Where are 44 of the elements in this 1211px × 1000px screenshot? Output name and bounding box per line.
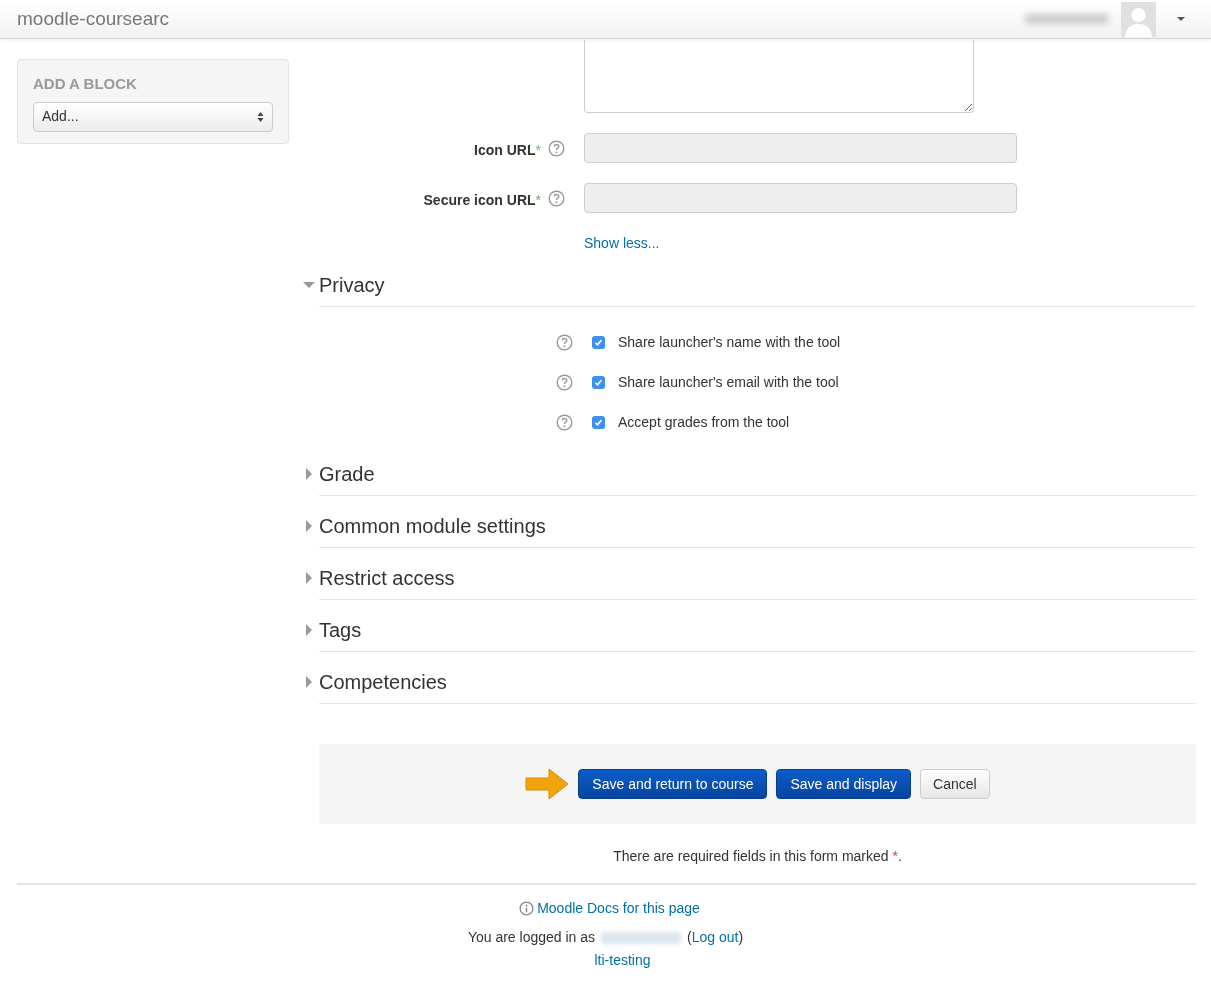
input-field[interactable] (584, 183, 1017, 213)
section-heading[interactable]: Restrict access (319, 562, 455, 593)
log-out-link[interactable]: Log out (691, 927, 739, 948)
section-heading[interactable]: Privacy (319, 269, 385, 300)
add-block-select[interactable]: Add... (33, 101, 273, 132)
site-name[interactable]: moodle-coursearc (17, 4, 170, 34)
section-heading[interactable]: Competencies (319, 666, 447, 697)
help-icon[interactable] (556, 333, 573, 351)
section-heading[interactable]: Grade (319, 458, 375, 489)
checkbox-label: Share launcher's name with the tool (618, 332, 841, 352)
submit-button[interactable]: Save and return to course (578, 769, 768, 799)
help-icon[interactable] (548, 190, 565, 207)
field-label: Icon URL* (473, 141, 541, 160)
collapsed-triangle-icon[interactable] (303, 675, 315, 688)
collapsed-triangle-icon[interactable] (303, 467, 315, 480)
info-icon (519, 901, 535, 916)
help-icon[interactable] (548, 140, 565, 157)
required-fields-note: There are required fields in this form marked *. (612, 847, 903, 866)
parenthesis: ( (687, 928, 692, 947)
checkbox[interactable] (592, 415, 605, 429)
collapsed-triangle-icon[interactable] (303, 519, 315, 532)
checkbox[interactable] (592, 335, 605, 349)
help-icon[interactable] (556, 413, 573, 431)
select-arrows-icon (257, 110, 264, 123)
section-heading[interactable]: Common module settings (319, 510, 546, 541)
logged-in-text: You are logged in as (467, 928, 596, 947)
help-icon[interactable] (556, 373, 573, 391)
caret-icon[interactable] (1176, 16, 1186, 22)
moodle-docs-link[interactable]: Moodle Docs for this page (519, 898, 700, 919)
submit-button[interactable]: Save and display (776, 769, 912, 799)
arrow-icon (525, 768, 570, 800)
course-link[interactable]: lti-testing (594, 950, 651, 971)
input-field[interactable] (584, 133, 1017, 163)
checkbox-label: Accept grades from the tool (618, 412, 790, 432)
field-label: Secure icon URL* (422, 191, 541, 210)
collapsed-triangle-icon[interactable] (303, 623, 315, 636)
block-title: ADD A BLOCK (33, 74, 138, 94)
collapsed-triangle-icon[interactable] (303, 571, 315, 584)
parenthesis: ) (738, 928, 744, 947)
cancel-button[interactable]: Cancel (920, 769, 990, 799)
section-heading[interactable]: Tags (319, 614, 362, 645)
checkbox[interactable] (592, 375, 605, 389)
checkbox-label: Share launcher's email with the tool (618, 372, 839, 392)
show-less-link[interactable]: Show less... (584, 235, 660, 251)
